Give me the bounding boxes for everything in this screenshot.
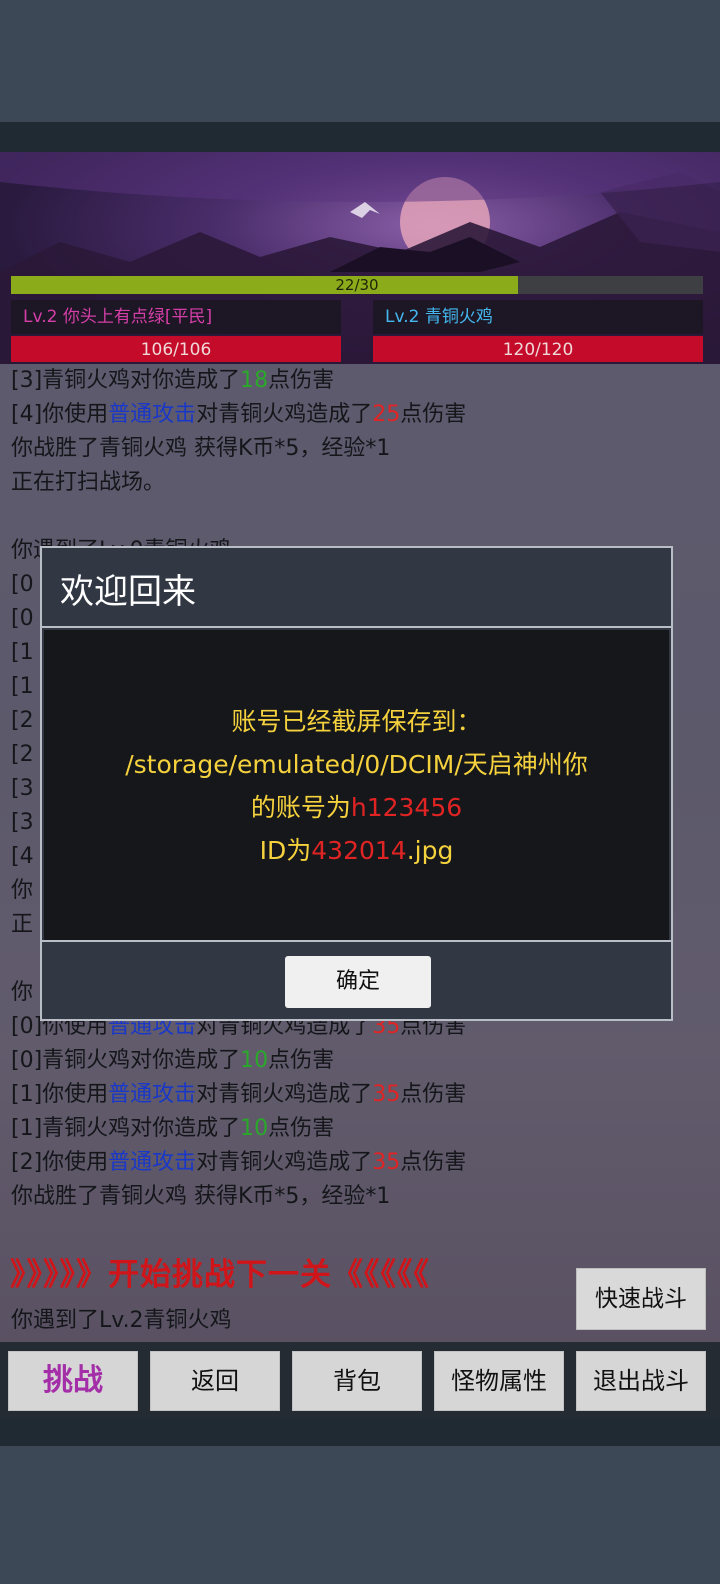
dialog-line-3-prefix: 的账号为 xyxy=(250,793,351,822)
log-green-text: 10 xyxy=(240,1116,269,1141)
welcome-dialog: 欢迎回来 账号已经截屏保存到： /storage/emulated/0/DCIM… xyxy=(40,546,673,1021)
log-text: 点伤害 xyxy=(268,1116,335,1141)
log-line: [1 xyxy=(11,670,34,704)
log-text: [2]你使用 xyxy=(11,1150,109,1175)
log-text: 对青铜火鸡造成了 xyxy=(196,1150,373,1175)
log-text: 你 xyxy=(11,878,34,903)
log-line: [1]你使用普通攻击对青铜火鸡造成了35点伤害 xyxy=(11,1078,466,1112)
log-line: [2 xyxy=(11,738,34,772)
enemy-hp-bar: 120/120 xyxy=(373,336,703,362)
xp-text: 22/30 xyxy=(335,276,379,294)
dialog-line-4: ID为432014.jpg xyxy=(44,829,669,872)
log-text: [1 xyxy=(11,674,34,699)
dialog-line-2: /storage/emulated/0/DCIM/天启神州你 xyxy=(125,750,588,779)
player-name: Lv.2 你头上有点绿[平民] xyxy=(11,300,341,334)
top-divider xyxy=(0,122,720,152)
xp-bar: 22/30 xyxy=(11,276,703,294)
quick-battle-button[interactable]: 快速战斗 xyxy=(576,1268,706,1330)
log-text: [1]你使用 xyxy=(11,1082,109,1107)
log-text: [3 xyxy=(11,776,34,801)
log-text: [3 xyxy=(11,810,34,835)
exit-battle-button[interactable]: 退出战斗 xyxy=(576,1351,706,1411)
monster-attributes-button[interactable]: 怪物属性 xyxy=(434,1351,564,1411)
log-line: [0 xyxy=(11,568,34,602)
log-blue-text: 普通攻击 xyxy=(108,402,197,427)
log-line: 正在打扫战场。 xyxy=(11,466,165,500)
dialog-message: 账号已经截屏保存到： /storage/emulated/0/DCIM/天启神州… xyxy=(44,700,669,872)
player-hp-bar: 106/106 xyxy=(11,336,341,362)
log-text: 你 xyxy=(11,980,34,1005)
log-text: 正 xyxy=(11,912,34,937)
log-text: 对青铜火鸡造成了 xyxy=(196,402,373,427)
dialog-body: 账号已经截屏保存到： /storage/emulated/0/DCIM/天启神州… xyxy=(44,630,669,940)
log-text: [4 xyxy=(11,844,34,869)
log-red-text: 35 xyxy=(372,1150,401,1175)
navigation-bar-area xyxy=(0,1446,720,1584)
log-line: 你 xyxy=(11,976,33,1010)
status-bar-area xyxy=(0,0,720,122)
log-text: 对青铜火鸡造成了 xyxy=(196,1082,373,1107)
log-line: [1 xyxy=(11,636,34,670)
log-line: 正 xyxy=(11,908,33,942)
log-text: 你战胜了青铜火鸡 获得K币*5，经验*1 xyxy=(11,1184,391,1209)
log-line: [0]青铜火鸡对你造成了10点伤害 xyxy=(11,1044,334,1078)
log-line: [0 xyxy=(11,602,34,636)
dialog-line-1: 账号已经截屏保存到： xyxy=(231,707,482,736)
dialog-divider xyxy=(42,626,671,628)
log-text: 你战胜了青铜火鸡 获得K币*5，经验*1 xyxy=(11,436,391,461)
bag-button[interactable]: 背包 xyxy=(292,1351,422,1411)
log-line: 你战胜了青铜火鸡 获得K币*5，经验*1 xyxy=(11,432,390,466)
log-text: [0 xyxy=(11,572,34,597)
dialog-line-4-suffix: .jpg xyxy=(406,836,454,865)
battle-banner: 22/30 Lv.2 你头上有点绿[平民] Lv.2 青铜火鸡 106/106 … xyxy=(0,152,720,364)
log-line: [2 xyxy=(11,704,34,738)
dialog-line-3: 的账号为h123456 xyxy=(44,786,669,829)
log-line: [3 xyxy=(11,806,34,840)
log-text: 点伤害 xyxy=(268,368,335,393)
log-text: [2 xyxy=(11,708,34,733)
log-text: [3]青铜火鸡对你造成了 xyxy=(11,368,241,393)
dialog-line-4-prefix: ID为 xyxy=(259,836,312,865)
log-blue-text: 普通攻击 xyxy=(108,1150,197,1175)
bottom-divider xyxy=(0,1418,720,1446)
log-text: 点伤害 xyxy=(400,1150,467,1175)
log-text: [0]青铜火鸡对你造成了 xyxy=(11,1048,241,1073)
log-line: [3 xyxy=(11,772,34,806)
log-line: [3]青铜火鸡对你造成了18点伤害 xyxy=(11,364,334,398)
log-green-text: 10 xyxy=(240,1048,269,1073)
next-level-banner: 》》》》》开始挑战下一关《《《《《 xyxy=(10,1257,430,1293)
log-line: 你战胜了青铜火鸡 获得K币*5，经验*1 xyxy=(11,1180,390,1214)
confirm-button[interactable]: 确定 xyxy=(285,956,431,1008)
log-line: [4]你使用普通攻击对青铜火鸡造成了25点伤害 xyxy=(11,398,466,432)
log-line: [2]你使用普通攻击对青铜火鸡造成了35点伤害 xyxy=(11,1146,466,1180)
log-line: [4 xyxy=(11,840,34,874)
id-value: 432014 xyxy=(311,836,407,865)
log-line: 你 xyxy=(11,874,33,908)
log-text: [4]你使用 xyxy=(11,402,109,427)
account-value: h123456 xyxy=(350,793,463,822)
log-line: [1]青铜火鸡对你造成了10点伤害 xyxy=(11,1112,334,1146)
log-red-text: 35 xyxy=(372,1082,401,1107)
log-text: 点伤害 xyxy=(400,402,467,427)
log-green-text: 18 xyxy=(240,368,269,393)
enemy-name: Lv.2 青铜火鸡 xyxy=(373,300,703,334)
challenge-button[interactable]: 挑战 xyxy=(8,1351,138,1411)
log-text: [2 xyxy=(11,742,34,767)
log-text: [0 xyxy=(11,606,34,631)
dialog-footer-divider xyxy=(42,940,671,942)
log-text: 点伤害 xyxy=(268,1048,335,1073)
back-button[interactable]: 返回 xyxy=(150,1351,280,1411)
log-text: [1 xyxy=(11,640,34,665)
log-text: 正在打扫战场。 xyxy=(11,470,166,495)
log-text: 点伤害 xyxy=(400,1082,467,1107)
dialog-title: 欢迎回来 xyxy=(60,572,196,612)
encounter-line: 你遇到了Lv.2青铜火鸡 xyxy=(11,1308,232,1333)
log-red-text: 25 xyxy=(372,402,401,427)
log-text: [1]青铜火鸡对你造成了 xyxy=(11,1116,241,1141)
log-blue-text: 普通攻击 xyxy=(108,1082,197,1107)
flying-figure xyxy=(350,202,380,218)
